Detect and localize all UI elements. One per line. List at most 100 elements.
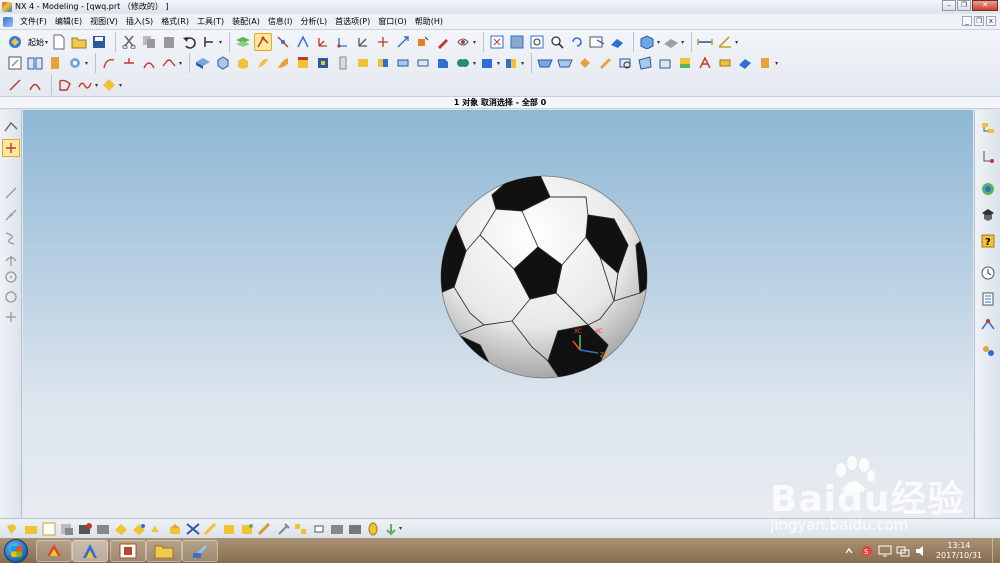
book-icon[interactable] (26, 54, 44, 72)
measure-angle-icon[interactable] (716, 33, 734, 51)
chevron-down-icon[interactable]: ▾ (85, 60, 88, 67)
point-construct-icon[interactable] (294, 33, 312, 51)
line-tool-icon[interactable] (2, 184, 20, 202)
quilt-icon[interactable] (736, 54, 754, 72)
clock[interactable]: 13:14 2017/10/31 (936, 541, 982, 561)
history-icon[interactable] (979, 264, 997, 282)
ruled-icon[interactable] (596, 54, 614, 72)
wcs-icon[interactable] (314, 33, 332, 51)
repeat-command-icon[interactable] (200, 33, 218, 51)
wcs-origin-icon[interactable] (334, 33, 352, 51)
help-icon[interactable]: ? (979, 232, 997, 250)
menu-help[interactable]: 帮助(H) (411, 16, 447, 27)
system-materials-icon[interactable] (979, 290, 997, 308)
chevron-down-icon[interactable]: ▾ (681, 39, 684, 46)
deformable-icon[interactable] (328, 520, 346, 538)
cylinder-feature-icon[interactable] (214, 54, 232, 72)
start-label[interactable]: 起始 (28, 37, 44, 48)
input-method-icon[interactable]: S (858, 542, 876, 560)
render-style-icon[interactable] (638, 33, 656, 51)
menu-tools[interactable]: 工具(T) (193, 16, 228, 27)
menu-information[interactable]: 信息(I) (264, 16, 297, 27)
arrangement-icon[interactable] (346, 520, 364, 538)
constraint-icon[interactable] (22, 520, 40, 538)
menu-assembly[interactable]: 装配(A) (228, 16, 264, 27)
array-component-icon[interactable] (148, 520, 166, 538)
minimize-button[interactable]: – (942, 0, 956, 11)
rotate-view-icon[interactable] (568, 33, 586, 51)
arc-tool-icon[interactable] (2, 251, 20, 269)
split-body-icon[interactable] (502, 54, 520, 72)
show-desktop-button[interactable] (992, 538, 1000, 563)
taskbar-explorer[interactable] (146, 540, 182, 562)
chamfer-feature-icon[interactable] (434, 54, 452, 72)
manufacturing-wizard-icon[interactable] (979, 342, 997, 360)
pan-icon[interactable] (588, 33, 606, 51)
pocket-feature-icon[interactable] (314, 54, 332, 72)
offset-surface-icon[interactable] (656, 54, 674, 72)
section-surface-icon[interactable] (616, 54, 634, 72)
process-studio-icon[interactable] (979, 316, 997, 334)
transform-icon[interactable] (414, 33, 432, 51)
trim-body-icon[interactable] (478, 54, 496, 72)
sew-icon[interactable] (696, 54, 714, 72)
chevron-down-icon[interactable]: ▾ (775, 60, 778, 67)
doc-restore-button[interactable]: ❐ (974, 16, 984, 26)
wcs-rotate-icon[interactable] (354, 33, 372, 51)
sketch-curve-icon[interactable] (56, 76, 74, 94)
create-component-icon[interactable] (130, 520, 148, 538)
arc-icon[interactable] (26, 76, 44, 94)
through-curves-icon[interactable] (536, 54, 554, 72)
curve-from-bodies-icon[interactable] (100, 76, 118, 94)
extrude-feature-icon[interactable] (46, 54, 64, 72)
document-icon[interactable] (3, 16, 13, 27)
blend-feature-icon[interactable] (414, 54, 432, 72)
doc-minimize-button[interactable]: _ (962, 16, 972, 26)
chevron-down-icon[interactable]: ▾ (119, 82, 122, 89)
component-icon[interactable] (76, 520, 94, 538)
soccer-ball[interactable]: XC XC ZC (440, 175, 648, 380)
restore-button[interactable]: ❐ (957, 0, 971, 11)
through-mesh-icon[interactable] (556, 54, 574, 72)
menu-preferences[interactable]: 首选项(P) (331, 16, 374, 27)
reference-icon[interactable] (58, 520, 76, 538)
doc-close-button[interactable]: x (986, 16, 996, 26)
zoom-window-icon[interactable] (508, 33, 526, 51)
line-icon[interactable] (6, 76, 24, 94)
measure-distance-icon[interactable] (696, 33, 714, 51)
trim-curve-icon[interactable] (120, 54, 138, 72)
point-snap-icon[interactable] (2, 139, 20, 157)
roles-icon[interactable] (979, 206, 997, 224)
tray-expand-icon[interactable] (840, 542, 858, 560)
edit-object-display-icon[interactable] (434, 33, 452, 51)
part-navigator-icon[interactable] (979, 148, 997, 166)
sequence-icon[interactable] (238, 520, 256, 538)
new-file-icon[interactable] (50, 33, 68, 51)
boss-feature-icon[interactable] (294, 54, 312, 72)
chevron-down-icon[interactable]: ▾ (399, 525, 402, 532)
menu-view[interactable]: 视图(V) (86, 16, 122, 27)
chevron-down-icon[interactable]: ▾ (657, 39, 660, 46)
circle-tool-icon[interactable] (2, 288, 20, 306)
chevron-down-icon[interactable]: ▾ (95, 82, 98, 89)
taskbar-nx[interactable] (72, 540, 108, 562)
mirror-assembly-icon[interactable] (166, 520, 184, 538)
bounded-plane-icon[interactable] (636, 54, 654, 72)
layer-icon[interactable] (234, 33, 252, 51)
undo-icon[interactable] (180, 33, 198, 51)
taskbar-app-1[interactable] (36, 540, 72, 562)
move-object-icon[interactable] (394, 33, 412, 51)
orient-wcs-icon[interactable] (374, 33, 392, 51)
slot-feature-icon[interactable] (354, 54, 372, 72)
start-icon[interactable] (6, 33, 24, 51)
display-icon[interactable] (876, 542, 894, 560)
extension-icon[interactable] (676, 54, 694, 72)
wave-linker-icon[interactable] (220, 520, 238, 538)
pad-feature-icon[interactable] (334, 54, 352, 72)
sketch-icon[interactable] (6, 54, 24, 72)
mate-icon[interactable] (94, 520, 112, 538)
copy-icon[interactable] (140, 33, 158, 51)
line-snap-icon[interactable] (2, 206, 20, 224)
menu-window[interactable]: 窗口(O) (374, 16, 411, 27)
curve-tool-icon[interactable] (100, 54, 118, 72)
